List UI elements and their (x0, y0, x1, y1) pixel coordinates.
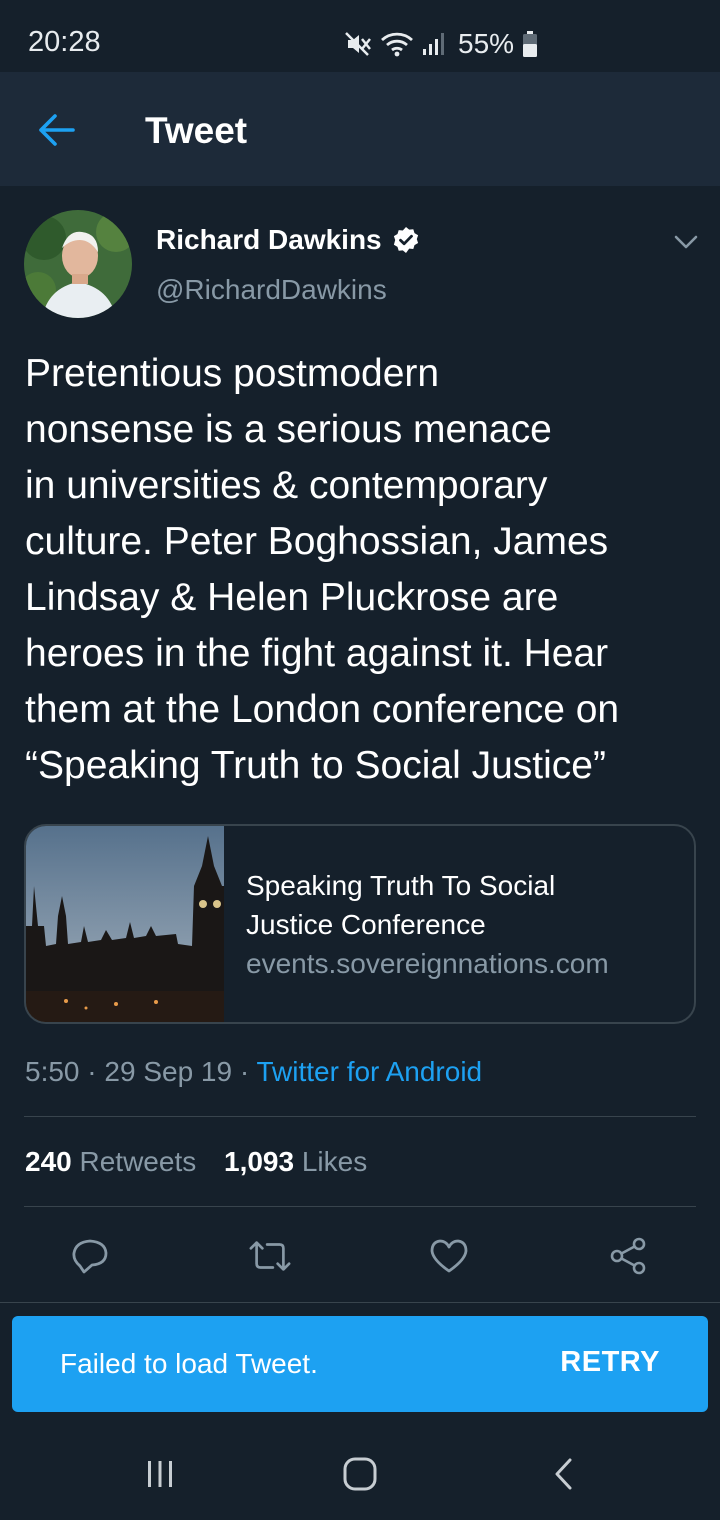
tweet-text-line: Lindsay & Helen Pluckrose are (25, 576, 559, 619)
back-nav-button[interactable] (534, 1454, 594, 1494)
tweet-text: Pretentious postmodern nonsense is a ser… (25, 346, 705, 794)
tweet-text-line: heroes in the fight against it. Hear (25, 632, 609, 675)
tweet-text-line: nonsense is a serious menace (25, 408, 552, 451)
status-icons: 55% (344, 24, 538, 64)
reply-button[interactable] (68, 1234, 112, 1278)
app-bar: Tweet (0, 72, 720, 186)
more-options-button[interactable] (668, 224, 704, 260)
card-title: Speaking Truth To Social Justice Confere… (246, 866, 676, 944)
signal-icon (423, 33, 444, 55)
back-chevron-icon (555, 1458, 572, 1490)
chevron-down-icon (674, 235, 698, 249)
like-button[interactable] (427, 1234, 471, 1278)
author-handle[interactable]: @RichardDawkins (156, 274, 387, 306)
share-icon (610, 1237, 646, 1275)
tweet-text-line: culture. Peter Boghossian, James (25, 520, 609, 563)
divider (24, 1206, 696, 1207)
retweets-count: 240 (25, 1146, 72, 1177)
tweet-stats: 240 Retweets 1,093 Likes (25, 1146, 387, 1178)
verified-badge-icon (393, 227, 418, 253)
wifi-icon (381, 32, 413, 57)
like-icon (430, 1239, 468, 1273)
tweet-text-line: in universities & contemporary (25, 464, 548, 507)
tweet-text-line: them at the London conference on (25, 688, 620, 731)
recent-apps-button[interactable] (130, 1454, 190, 1494)
home-button[interactable] (330, 1454, 390, 1494)
card-title-line: Justice Conference (246, 909, 486, 940)
tweet-source-link[interactable]: Twitter for Android (256, 1056, 482, 1087)
avatar[interactable] (24, 210, 132, 318)
home-icon (343, 1457, 377, 1491)
tweet-time: 5:50 (25, 1056, 80, 1087)
snackbar-message: Failed to load Tweet. (60, 1348, 318, 1379)
retweets-label: Retweets (79, 1146, 197, 1177)
battery-percentage: 55% (458, 28, 515, 59)
system-nav-bar (0, 1424, 720, 1520)
avatar-photo (24, 210, 132, 318)
retweet-button[interactable] (248, 1234, 292, 1278)
tweet-date: 29 Sep 19 (104, 1056, 233, 1087)
card-domain: events.sovereignnations.com (246, 948, 609, 979)
divider (24, 1116, 696, 1117)
back-button[interactable] (30, 106, 82, 154)
likes-stat[interactable]: 1,093 Likes (224, 1146, 367, 1177)
tweet-text-line: Pretentious postmodern (25, 352, 440, 395)
battery-icon (523, 31, 538, 57)
retweet-icon (249, 1241, 291, 1271)
card-thumbnail (26, 826, 224, 1022)
arrow-left-icon (39, 114, 75, 146)
likes-count: 1,093 (224, 1146, 295, 1177)
author-name-text: Richard Dawkins (156, 224, 382, 255)
likes-label: Likes (301, 1146, 368, 1177)
error-snackbar: Failed to load Tweet. RETRY (12, 1316, 708, 1412)
meta-separator: · (79, 1056, 105, 1087)
mute-icon (345, 32, 371, 56)
status-bar: 20:28 55% (0, 0, 720, 72)
meta-separator: · (232, 1056, 257, 1087)
link-card[interactable]: Speaking Truth To Social Justice Confere… (24, 824, 696, 1024)
share-button[interactable] (606, 1234, 650, 1278)
tweet-actions (0, 1222, 720, 1288)
status-time: 20:28 (28, 26, 101, 58)
retry-button[interactable]: RETRY (560, 1346, 660, 1379)
tweet-meta: 5:50 · 29 Sep 19 · Twitter for Android (25, 1056, 482, 1088)
recent-apps-icon (148, 1461, 172, 1487)
page-title: Tweet (145, 110, 248, 151)
divider (0, 1302, 720, 1303)
author-name[interactable]: Richard Dawkins (156, 224, 420, 256)
reply-icon (72, 1239, 108, 1274)
retweets-stat[interactable]: 240 Retweets (25, 1146, 196, 1177)
card-title-line: Speaking Truth To Social (246, 870, 556, 901)
tweet-text-line: “Speaking Truth to Social Justice” (25, 744, 606, 787)
